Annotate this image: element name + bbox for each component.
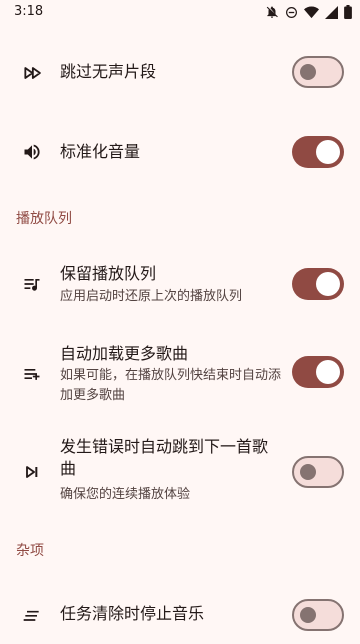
skip-silence-switch[interactable] [292,56,344,88]
setting-title: 标准化音量 [60,142,141,161]
wifi-icon [304,6,319,19]
setting-title: 保留播放队列 [60,264,157,283]
status-bar: 3:18 [0,0,360,24]
section-header-queue: 播放队列 [16,211,72,227]
setting-persist-queue[interactable]: 保留播放队列 应用启动时还原上次的播放队列 [0,254,360,318]
setting-title: 跳过无声片段 [60,62,157,81]
setting-auto-load-more[interactable]: 自动加载更多歌曲 如果可能，在播放队列快结束时自动添加更多歌曲 [0,338,360,414]
fast-forward-icon [22,63,42,83]
section-header-misc: 杂项 [16,543,44,559]
switch-thumb [300,464,316,480]
battery-icon [344,5,352,19]
normalize-volume-switch[interactable] [292,136,344,168]
switch-thumb [316,140,340,164]
stop-on-task-clear-switch[interactable] [292,599,344,631]
setting-auto-skip-on-error[interactable]: 发生错误时自动跳到下一首歌曲 确保您的连续播放体验 [0,432,360,512]
playlist-add-icon [22,364,42,384]
switch-thumb [316,272,340,296]
auto-skip-on-error-switch[interactable] [292,456,344,488]
setting-subtitle: 确保您的连续播放体验 [60,487,191,502]
setting-title: 自动加载更多歌曲 [60,344,189,363]
status-icons [265,4,352,20]
queue-music-icon [22,274,42,294]
setting-skip-silence[interactable]: 跳过无声片段 [0,44,360,100]
skip-next-icon [22,462,42,482]
status-time: 3:18 [14,4,44,19]
setting-normalize-volume[interactable]: 标准化音量 [0,124,360,180]
setting-stop-on-task-clear[interactable]: 任务清除时停止音乐 [0,588,360,644]
persist-queue-switch[interactable] [292,268,344,300]
volume-icon [22,142,42,162]
setting-subtitle: 如果可能，在播放队列快结束时自动添加更多歌曲 [60,368,282,403]
setting-title: 任务清除时停止音乐 [60,604,205,623]
setting-title: 发生错误时自动跳到下一首歌曲 [60,437,269,478]
signal-icon [325,5,338,19]
auto-load-more-switch[interactable] [292,356,344,388]
notifications-off-icon [265,5,279,19]
switch-thumb [300,607,316,623]
switch-thumb [300,64,316,80]
do-not-disturb-icon [285,6,298,19]
switch-thumb [316,360,340,384]
clear-all-icon [22,605,42,625]
setting-subtitle: 应用启动时还原上次的播放队列 [60,289,243,304]
